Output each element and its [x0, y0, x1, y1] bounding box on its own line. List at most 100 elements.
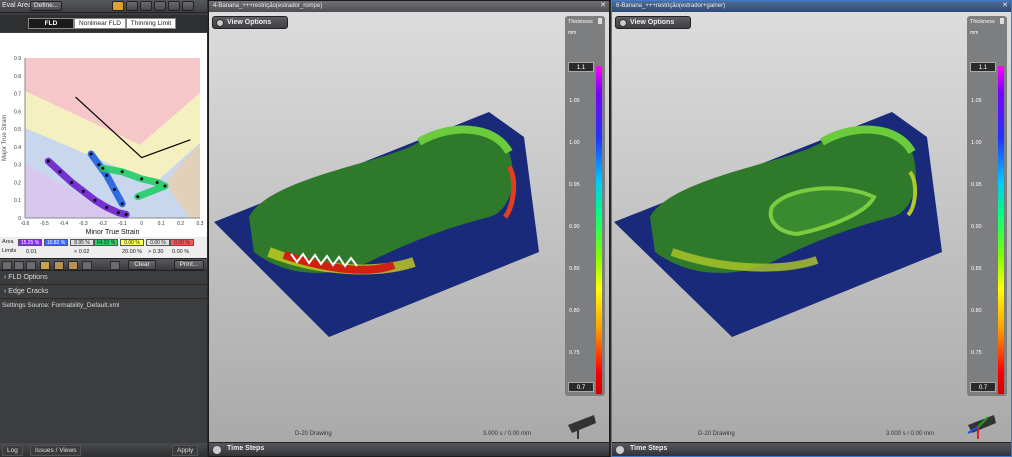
viewport-2[interactable]: 6-Banana_+++restrição(estrador+gainer) ✕ … — [611, 0, 1012, 457]
export-icon[interactable] — [82, 261, 92, 270]
colorbar-tick: 0.80 — [971, 308, 982, 314]
colorbar-max[interactable]: 1.1 — [568, 62, 594, 72]
x-tick-label: -0.3 — [79, 221, 88, 227]
limit-value: 0.00 % — [172, 249, 190, 255]
colorbar-max[interactable]: 1.1 — [970, 62, 996, 72]
colorbar-gradient — [998, 66, 1004, 394]
close-icon[interactable]: ✕ — [600, 1, 606, 11]
thickness-colorbar: Thickness mm 1.1 1.05 1.00 0.95 0.90 0.8… — [565, 16, 605, 396]
legend-swatch: 8.95 % — [70, 239, 94, 246]
x-axis-label: Minor True Strain — [86, 229, 140, 236]
viewport-1[interactable]: 4-Banana_+++restrição(estrador_rompe) ✕ V… — [208, 0, 610, 457]
colorbar-tick: 0.95 — [569, 182, 580, 188]
time-readout: 3.000 s / 0.00 mm — [483, 431, 532, 437]
time-steps-icon[interactable] — [213, 446, 221, 454]
strain-point — [58, 170, 62, 174]
clear-button[interactable]: Clear — [128, 260, 156, 270]
edge-cracks-section[interactable]: › Edge Cracks — [0, 286, 207, 299]
colorbar-tick: 0.90 — [971, 224, 982, 230]
issues-views-tab[interactable]: Issues / Views — [30, 445, 82, 456]
strain-point — [112, 188, 116, 192]
viewport-1-canvas[interactable]: View Options Thickness mm 1.1 1.05 1.00 … — [209, 12, 609, 444]
x-tick-label: -0.5 — [40, 221, 49, 227]
mail-icon[interactable] — [126, 1, 138, 11]
grid-icon[interactable] — [182, 1, 194, 11]
fld-options-label: FLD Options — [8, 274, 48, 281]
strain-point — [136, 195, 140, 199]
edit-icon[interactable] — [168, 1, 180, 11]
target-icon[interactable] — [40, 261, 50, 270]
time-steps-label[interactable]: Time Steps — [630, 445, 667, 452]
pin-icon[interactable] — [1000, 18, 1004, 24]
define-button[interactable]: Define... — [30, 1, 62, 11]
y-tick-label: 0.1 — [14, 198, 21, 204]
stack-icon[interactable] — [154, 1, 166, 11]
strain-point — [93, 198, 97, 202]
viewport-1-title: 4-Banana_+++restrição(estrador_rompe) ✕ — [209, 1, 609, 12]
legend-swatch: 10.82 % — [44, 239, 68, 246]
fld-toolbar: Clear Print... — [0, 258, 207, 271]
x-tick-label: 0.3 — [197, 221, 204, 227]
strain-point — [163, 184, 167, 188]
viewport-2-canvas[interactable]: View Options Thickness mm 1.1 1.05 1.00 … — [612, 12, 1011, 444]
legend-swatch: 0.00 % — [120, 239, 144, 246]
layers-icon[interactable] — [140, 1, 152, 11]
tab-thinning-limit[interactable]: Thinning Limit — [126, 18, 176, 29]
colorbar-min[interactable]: 0.7 — [568, 382, 594, 392]
flag-icon[interactable] — [68, 261, 78, 270]
time-readout: 3.000 s / 0.00 mm — [886, 431, 935, 437]
print-button[interactable]: Print... — [174, 260, 204, 270]
part-model — [214, 112, 539, 337]
colorbar-tick: 0.75 — [971, 350, 982, 356]
orientation-triad-icon[interactable] — [964, 407, 998, 441]
limit-value: 20.00 % — [122, 249, 143, 255]
colorbar-tick: 1.05 — [971, 98, 982, 104]
fld-legend: Area Limits 15.25 % 10.82 % 8.95 % 64.92… — [0, 237, 207, 258]
x-tick-label: -0.1 — [118, 221, 127, 227]
apply-button[interactable]: Apply — [172, 445, 199, 456]
left-panel: Eval Area Define... FLD Nonlinear FLD Th… — [0, 0, 207, 457]
viewport-title: 4-Banana_+++restrição(estrador_rompe) — [213, 3, 323, 9]
y-tick-label: 0.5 — [14, 127, 21, 133]
tab-fld[interactable]: FLD — [28, 18, 74, 29]
pencil-icon[interactable] — [14, 261, 24, 270]
x-tick-label: 0.2 — [177, 221, 184, 227]
strain-point — [101, 166, 105, 170]
drawing-label: D-20 Drawing — [295, 431, 332, 437]
time-steps-label[interactable]: Time Steps — [227, 445, 264, 452]
strain-point — [124, 212, 128, 216]
colorbar-title: Thickness — [568, 19, 593, 25]
bottom-bar: Log Issues / Views Apply — [0, 443, 207, 457]
eval-area-label: Eval Area — [2, 2, 32, 9]
colorbar-title: Thickness — [970, 19, 995, 25]
log-tab[interactable]: Log — [2, 445, 23, 456]
legend-swatch: 0.00 % — [170, 239, 194, 246]
tab-nonlinear-fld[interactable]: Nonlinear FLD — [74, 18, 126, 29]
palette-icon[interactable] — [112, 1, 124, 11]
pointer-icon[interactable] — [2, 261, 12, 270]
strain-point — [97, 163, 101, 167]
strain-point — [120, 202, 124, 206]
limit-value: < 0.02 — [74, 249, 90, 255]
camera-icon[interactable] — [26, 261, 36, 270]
fld-chart: -0.6 -0.5 -0.4 -0.3 -0.2 -0.1 0 0.1 0.2 0.3 0 0.1 0.… — [0, 33, 207, 237]
y-tick-label: 0.4 — [14, 145, 21, 151]
drawing-label: D-20 Drawing — [698, 431, 735, 437]
zoom-icon[interactable] — [54, 261, 64, 270]
arrow-icon[interactable] — [110, 261, 120, 270]
strain-point — [46, 159, 50, 163]
fld-options-section[interactable]: › FLD Options — [0, 272, 207, 285]
colorbar-tick: 0.85 — [971, 266, 982, 272]
y-tick-label: 0.8 — [14, 74, 21, 80]
time-steps-bar: Time Steps — [612, 442, 1011, 456]
time-steps-icon[interactable] — [616, 446, 624, 454]
colorbar-min[interactable]: 0.7 — [970, 382, 996, 392]
close-icon[interactable]: ✕ — [1002, 1, 1008, 11]
orientation-triad-icon[interactable] — [564, 407, 598, 441]
limit-value: > 0.30 — [148, 249, 164, 255]
limit-value: 0.01 — [26, 249, 37, 255]
limits-label: Limits — [2, 248, 17, 254]
strain-point — [155, 180, 159, 184]
pin-icon[interactable] — [598, 18, 602, 24]
colorbar-tick: 0.90 — [569, 224, 580, 230]
